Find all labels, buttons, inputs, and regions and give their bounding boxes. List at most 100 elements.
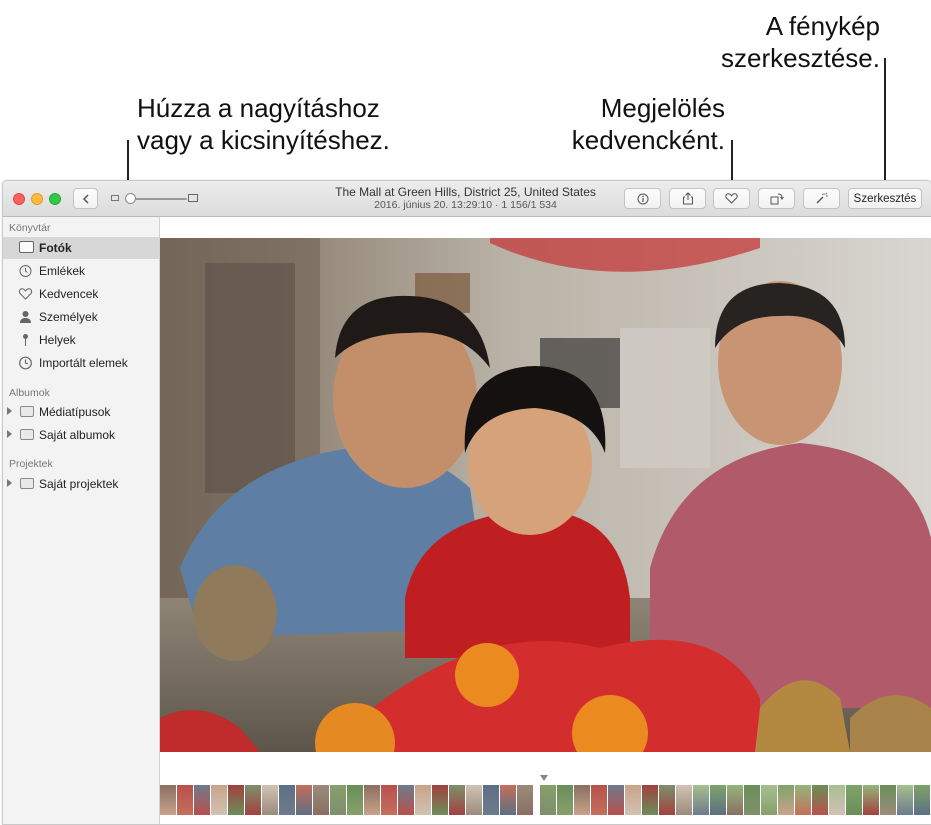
filmstrip-thumbnail[interactable] bbox=[710, 785, 726, 815]
sidebar-item-imports[interactable]: Importált elemek bbox=[3, 352, 159, 374]
filmstrip-thumbnail[interactable] bbox=[432, 785, 448, 815]
filmstrip-thumbnail[interactable] bbox=[659, 785, 675, 815]
filmstrip-thumbnail[interactable] bbox=[177, 785, 193, 815]
filmstrip-thumbnail[interactable] bbox=[211, 785, 227, 815]
favorite-callout-line1: Megjelölés bbox=[600, 93, 725, 123]
sidebar-item-label: Kedvencek bbox=[39, 287, 99, 301]
filmstrip-thumbnail[interactable] bbox=[347, 785, 363, 815]
filmstrip-thumbnail[interactable] bbox=[574, 785, 590, 815]
zoom-slider-track[interactable] bbox=[129, 198, 187, 200]
filmstrip-thumbnail[interactable] bbox=[608, 785, 624, 815]
zoom-slider-knob[interactable] bbox=[125, 193, 136, 204]
family-photo-image bbox=[160, 238, 931, 752]
sidebar-item-favorites[interactable]: Kedvencek bbox=[3, 283, 159, 305]
filmstrip-thumbnail[interactable] bbox=[744, 785, 760, 815]
filmstrip-thumbnail[interactable] bbox=[517, 785, 533, 815]
memories-icon bbox=[19, 265, 32, 277]
filmstrip-thumbnail[interactable] bbox=[540, 785, 556, 815]
back-button[interactable] bbox=[73, 188, 98, 209]
filmstrip-thumbnail[interactable] bbox=[160, 785, 176, 815]
info-icon bbox=[637, 193, 648, 204]
filmstrip-thumbnail[interactable] bbox=[483, 785, 499, 815]
filmstrip-thumbnail[interactable] bbox=[415, 785, 431, 815]
filmstrip-thumbnail[interactable] bbox=[812, 785, 828, 815]
pin-icon bbox=[23, 334, 28, 346]
filmstrip-thumbnail[interactable] bbox=[364, 785, 380, 815]
filmstrip-thumbnail[interactable] bbox=[398, 785, 414, 815]
library-section-header: Könyvtár bbox=[9, 222, 51, 234]
filmstrip-thumbnail[interactable] bbox=[829, 785, 845, 815]
filmstrip-thumbnail[interactable] bbox=[846, 785, 862, 815]
sidebar-item-label: Saját albumok bbox=[39, 428, 116, 442]
filmstrip-thumbnail[interactable] bbox=[761, 785, 777, 815]
filmstrip-thumbnail[interactable] bbox=[727, 785, 743, 815]
filmstrip-thumbnail[interactable] bbox=[591, 785, 607, 815]
photo-viewer bbox=[160, 217, 931, 824]
person-icon bbox=[20, 311, 31, 323]
folder-icon bbox=[20, 478, 34, 489]
filmstrip-thumbnail[interactable] bbox=[279, 785, 295, 815]
filmstrip-thumbnail[interactable] bbox=[863, 785, 879, 815]
window-title: The Mall at Green Hills, District 25, Un… bbox=[335, 185, 596, 199]
disclosure-triangle-icon[interactable] bbox=[7, 430, 12, 438]
filmstrip-thumbnail[interactable] bbox=[330, 785, 346, 815]
sidebar-item-label: Helyek bbox=[39, 333, 76, 347]
filmstrip-thumbnail[interactable] bbox=[449, 785, 465, 815]
filmstrip-thumbnail[interactable] bbox=[897, 785, 913, 815]
filmstrip-thumbnail[interactable] bbox=[676, 785, 692, 815]
folder-icon bbox=[20, 429, 34, 440]
close-window-button[interactable] bbox=[13, 193, 25, 205]
filmstrip-thumbnail[interactable] bbox=[296, 785, 312, 815]
toolbar: The Mall at Green Hills, District 25, Un… bbox=[3, 181, 931, 217]
filmstrip[interactable] bbox=[160, 775, 931, 824]
sidebar-item-my-projects[interactable]: Saját projektek bbox=[3, 473, 159, 495]
disclosure-triangle-icon[interactable] bbox=[7, 479, 12, 487]
filmstrip-thumbnail[interactable] bbox=[228, 785, 244, 815]
heart-icon bbox=[18, 288, 33, 300]
zoom-callout-line1: Húzza a nagyításhoz bbox=[137, 93, 380, 123]
filmstrip-thumbnail[interactable] bbox=[262, 785, 278, 815]
fullscreen-window-button[interactable] bbox=[49, 193, 61, 205]
magic-wand-icon bbox=[816, 192, 828, 204]
filmstrip-thumbnail[interactable] bbox=[642, 785, 658, 815]
sidebar-item-label: Saját projektek bbox=[39, 477, 119, 491]
filmstrip-thumbnail[interactable] bbox=[245, 785, 261, 815]
sidebar-item-people[interactable]: Személyek bbox=[3, 306, 159, 328]
filmstrip-thumbnail[interactable] bbox=[625, 785, 641, 815]
enhance-button[interactable] bbox=[803, 188, 840, 209]
filmstrip-thumbnail[interactable] bbox=[381, 785, 397, 815]
photo[interactable] bbox=[160, 238, 931, 752]
filmstrip-thumbnail[interactable] bbox=[557, 785, 573, 815]
favorite-button[interactable] bbox=[713, 188, 750, 209]
filmstrip-thumbnail[interactable] bbox=[194, 785, 210, 815]
sidebar-item-memories[interactable]: Emlékek bbox=[3, 260, 159, 282]
rotate-button[interactable] bbox=[758, 188, 795, 209]
sidebar-item-media-types[interactable]: Médiatípusok bbox=[3, 401, 159, 423]
disclosure-triangle-icon[interactable] bbox=[7, 407, 12, 415]
current-photo-marker-icon bbox=[540, 775, 548, 781]
sidebar-item-label: Emlékek bbox=[39, 264, 86, 278]
filmstrip-thumbnail[interactable] bbox=[693, 785, 709, 815]
photos-window: The Mall at Green Hills, District 25, Un… bbox=[2, 180, 931, 825]
filmstrip-thumbnail[interactable] bbox=[880, 785, 896, 815]
filmstrip-thumbnail[interactable] bbox=[500, 785, 516, 815]
clock-icon bbox=[19, 356, 32, 370]
filmstrip-thumbnail[interactable] bbox=[313, 785, 329, 815]
sidebar-item-label: Médiatípusok bbox=[39, 405, 111, 419]
albums-section-header: Albumok bbox=[9, 387, 50, 399]
zoom-slider[interactable] bbox=[111, 192, 199, 206]
minimize-window-button[interactable] bbox=[31, 193, 43, 205]
filmstrip-thumbnail[interactable] bbox=[914, 785, 930, 815]
share-button[interactable] bbox=[669, 188, 706, 209]
sidebar-item-my-albums[interactable]: Saját albumok bbox=[3, 424, 159, 446]
filmstrip-thumbnail[interactable] bbox=[466, 785, 482, 815]
info-button[interactable] bbox=[624, 188, 661, 209]
sidebar-item-places[interactable]: Helyek bbox=[3, 329, 159, 351]
sidebar-item-photos[interactable]: Fotók bbox=[3, 237, 159, 259]
share-icon bbox=[682, 192, 693, 205]
edit-button[interactable]: Szerkesztés bbox=[848, 188, 922, 209]
sidebar: Könyvtár Fotók Emlékek Kedvencek Személy… bbox=[3, 217, 160, 824]
filmstrip-thumbnails[interactable] bbox=[160, 785, 931, 815]
filmstrip-thumbnail[interactable] bbox=[795, 785, 811, 815]
filmstrip-thumbnail[interactable] bbox=[778, 785, 794, 815]
